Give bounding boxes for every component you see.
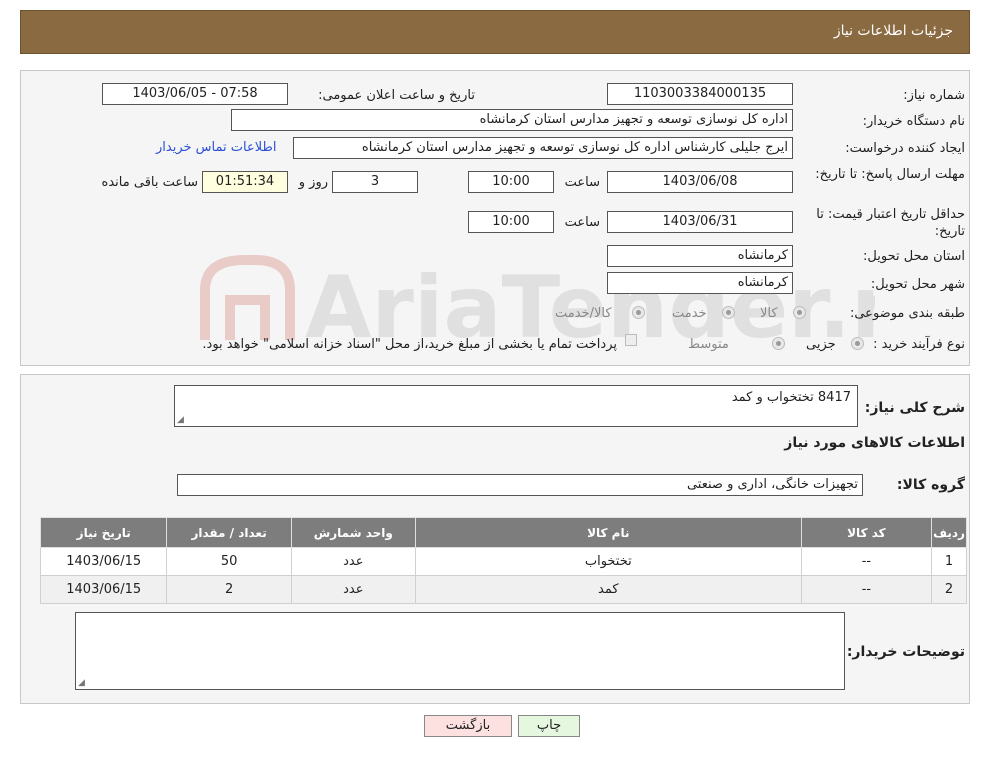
buyer-notes-textarea[interactable]: ◢ [75,612,845,690]
buyer-org-label: نام دستگاه خریدار: [862,114,965,129]
buyer-org-field: اداره کل نوسازی توسعه و تجهیز مدارس استا… [231,109,793,131]
treasury-bond-checkbox[interactable] [625,334,637,346]
need-number-label: شماره نیاز: [903,88,965,103]
category-service-label: خدمت [672,306,707,321]
col-header-item-name: نام کالا [414,517,802,548]
province-label: استان محل تحویل: [863,249,965,264]
city-field: کرمانشاه [607,272,793,294]
cell-item-code: -- [800,547,933,576]
col-header-unit: واحد شمارش [290,517,416,548]
announce-date-field: 1403/06/05 - 07:58 [102,83,288,105]
cell-unit: عدد [290,575,416,604]
table-row: 1 -- تختخواب عدد 50 1403/06/15 [39,547,967,576]
price-validity-time-field: 10:00 [468,211,554,233]
deadline-time-label: ساعت [564,175,600,190]
category-label: طبقه بندی موضوعی: [849,306,965,321]
announce-date-label: تاریخ و ساعت اعلان عمومی: [318,88,475,103]
category-goods-service-radio[interactable] [632,306,645,319]
table-row: 2 -- کمد عدد 2 1403/06/15 [39,575,967,604]
resize-grip-icon[interactable]: ◢ [78,678,85,688]
category-goods-label: کالا [760,306,778,321]
cell-need-date: 1403/06/15 [39,547,168,576]
purchase-minor-label: جزیی [806,337,836,352]
remaining-time-field: 01:51:34 [202,171,288,193]
items-table: ردیف کد کالا نام کالا واحد شمارش تعداد /… [39,517,967,604]
purchase-minor-radio[interactable] [851,337,864,350]
cell-quantity: 50 [166,547,292,576]
summary-label: شرح کلی نیاز: [864,400,965,416]
col-header-quantity: تعداد / مقدار [166,517,292,548]
cell-unit: عدد [290,547,416,576]
purchase-type-label: نوع فرآیند خرید : [873,337,965,352]
item-group-label: گروه کالا: [896,477,965,493]
creator-field: ایرج جلیلی کارشناس اداره کل نوسازی توسعه… [293,137,793,159]
deadline-label: مهلت ارسال پاسخ: تا تاریخ: [815,167,965,182]
category-goods-service-label: کالا/خدمت [555,306,612,321]
days-remaining-field: 3 [332,171,418,193]
col-header-need-date: تاریخ نیاز [39,517,168,548]
purchase-medium-label: متوسط [688,337,729,352]
col-header-item-code: کد کالا [800,517,933,548]
cell-quantity: 2 [166,575,292,604]
purchase-medium-radio[interactable] [772,337,785,350]
days-label: روز و [298,175,328,190]
items-heading: اطلاعات کالاهای مورد نیاز [784,435,965,451]
payment-note: پرداخت تمام یا بخشی از مبلغ خرید،از محل … [202,337,617,352]
summary-textarea[interactable]: 8417 تختخواب و کمد ◢ [174,385,858,427]
cell-row-number: 1 [931,547,967,576]
cell-row-number: 2 [931,575,967,604]
item-group-field: تجهیزات خانگی، اداری و صنعتی [177,474,863,496]
cell-item-name: کمد [414,575,802,604]
print-button[interactable]: چاپ [518,715,580,737]
back-button[interactable]: بازگشت [424,715,512,737]
buyer-contact-link[interactable]: اطلاعات تماس خریدار [156,140,276,155]
city-label: شهر محل تحویل: [870,277,965,292]
category-goods-radio[interactable] [793,306,806,319]
table-header-row: ردیف کد کالا نام کالا واحد شمارش تعداد /… [39,517,967,548]
deadline-time-field: 10:00 [468,171,554,193]
cell-item-code: -- [800,575,933,604]
price-validity-date-field: 1403/06/31 [607,211,793,233]
deadline-date-field: 1403/06/08 [607,171,793,193]
cell-need-date: 1403/06/15 [39,575,168,604]
page-title: جزئیات اطلاعات نیاز [833,23,953,39]
province-field: کرمانشاه [607,245,793,267]
price-validity-label: حداقل تاریخ اعتبار قیمت: تا تاریخ: [816,207,965,239]
price-validity-time-label: ساعت [564,215,600,230]
cell-item-name: تختخواب [414,547,802,576]
summary-text: 8417 تختخواب و کمد [731,390,851,405]
resize-grip-icon[interactable]: ◢ [177,415,184,425]
page-header: جزئیات اطلاعات نیاز [20,10,970,54]
need-number-field: 1103003384000135 [607,83,793,105]
category-service-radio[interactable] [722,306,735,319]
col-header-row-number: ردیف [931,517,967,548]
creator-label: ایجاد کننده درخواست: [845,141,965,156]
remaining-time-label: ساعت باقی مانده [101,175,198,190]
buyer-notes-label: توضیحات خریدار: [846,644,965,660]
